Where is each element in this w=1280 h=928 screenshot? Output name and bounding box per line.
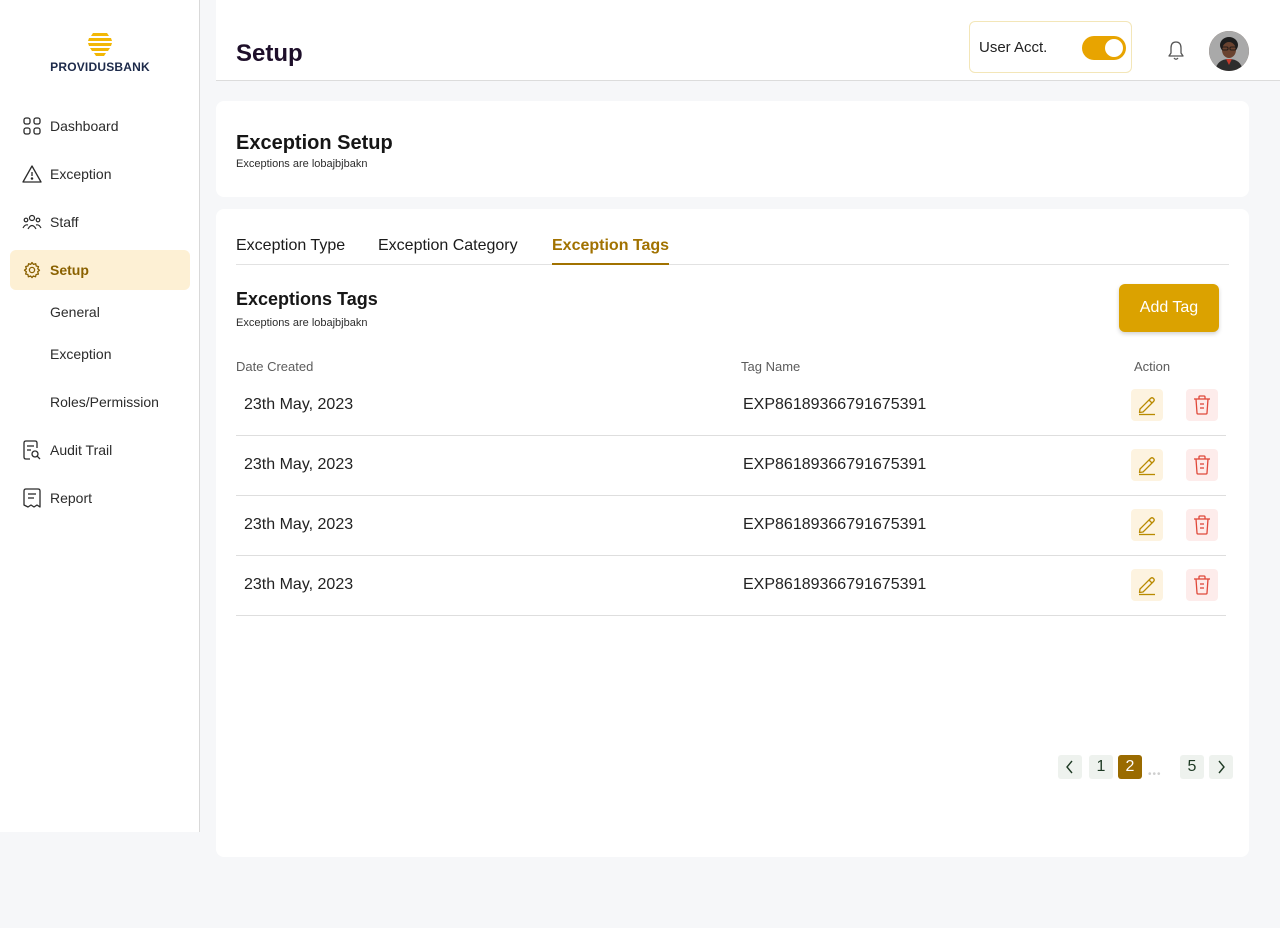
table-row: 23th May, 2023 EXP86189366791675391 <box>236 496 1226 556</box>
sidebar-subitem-general[interactable]: General <box>50 304 100 320</box>
brand-name: PROVIDUSBANK <box>50 60 150 74</box>
bell-icon[interactable] <box>1166 40 1186 62</box>
sidebar-item-label: Setup <box>50 262 89 278</box>
table-row: 23th May, 2023 EXP86189366791675391 <box>236 436 1226 496</box>
add-tag-button[interactable]: Add Tag <box>1119 284 1219 332</box>
user-account-toggle-box: User Acct. <box>969 21 1132 73</box>
edit-button[interactable] <box>1131 569 1163 601</box>
cell-tag-name: EXP86189366791675391 <box>743 396 927 413</box>
cell-date: 23th May, 2023 <box>244 456 354 473</box>
tab-bar: Exception Type Exception Category Except… <box>236 237 1229 265</box>
brand-logo[interactable]: PROVIDUSBANK <box>0 30 200 74</box>
report-icon <box>22 488 42 508</box>
sidebar-item-dashboard[interactable]: Dashboard <box>10 106 190 146</box>
trash-icon <box>1194 515 1210 535</box>
cell-tag-name: EXP86189366791675391 <box>743 456 927 473</box>
grid-icon <box>22 116 42 136</box>
pencil-icon <box>1138 397 1155 416</box>
switch-knob <box>1105 39 1123 57</box>
user-account-switch[interactable] <box>1082 36 1126 60</box>
sidebar-item-setup[interactable]: Setup <box>10 250 190 290</box>
trash-icon <box>1194 575 1210 595</box>
warning-icon <box>22 164 42 184</box>
edit-button[interactable] <box>1131 389 1163 421</box>
cell-tag-name: EXP86189366791675391 <box>743 516 927 533</box>
trash-icon <box>1194 395 1210 415</box>
sidebar: PROVIDUSBANK Dashboard Exception Staff S… <box>0 0 200 832</box>
edit-button[interactable] <box>1131 509 1163 541</box>
cell-tag-name: EXP86189366791675391 <box>743 576 927 593</box>
gear-icon <box>22 260 42 280</box>
sidebar-item-audit-trail[interactable]: Audit Trail <box>10 430 190 470</box>
exception-tags-card: Exception Type Exception Category Except… <box>216 209 1249 857</box>
edit-button[interactable] <box>1131 449 1163 481</box>
page-title: Setup <box>236 40 303 67</box>
column-header-action: Action <box>1134 359 1171 374</box>
providus-logo-icon <box>88 33 112 56</box>
card-subtitle: Exceptions are lobajbjbakn <box>236 158 368 170</box>
pagination-ellipsis: ••• <box>1148 769 1162 780</box>
user-account-label: User Acct. <box>979 38 1048 56</box>
prev-page-button[interactable] <box>1058 755 1082 779</box>
column-header-date: Date Created <box>236 359 314 374</box>
tab-exception-category[interactable]: Exception Category <box>378 237 518 263</box>
exception-setup-card: Exception Setup Exceptions are lobajbjba… <box>216 101 1249 197</box>
sidebar-item-report[interactable]: Report <box>10 478 190 518</box>
cell-date: 23th May, 2023 <box>244 516 354 533</box>
sidebar-item-label: Report <box>50 490 93 506</box>
chevron-left-icon <box>1066 760 1073 774</box>
avatar-image <box>1209 31 1249 71</box>
pencil-icon <box>1138 577 1155 596</box>
section-subtitle: Exceptions are lobajbjbakn <box>236 317 368 329</box>
table-row: 23th May, 2023 EXP86189366791675391 <box>236 376 1226 436</box>
column-header-tag-name: Tag Name <box>741 359 801 374</box>
page-button-5[interactable]: 5 <box>1180 755 1204 779</box>
sidebar-subitem-roles-permission[interactable]: Roles/Permission <box>50 394 159 410</box>
sidebar-item-exception[interactable]: Exception <box>10 154 190 194</box>
card-title: Exception Setup <box>236 132 393 154</box>
cell-date: 23th May, 2023 <box>244 576 354 593</box>
trash-icon <box>1194 455 1210 475</box>
table-row: 23th May, 2023 EXP86189366791675391 <box>236 556 1226 616</box>
top-header: Setup User Acct. <box>216 0 1280 81</box>
delete-button[interactable] <box>1186 509 1218 541</box>
sidebar-item-staff[interactable]: Staff <box>10 202 190 242</box>
user-avatar[interactable] <box>1209 31 1249 71</box>
sidebar-item-label: Exception <box>50 166 112 182</box>
sidebar-subitem-exception[interactable]: Exception <box>50 346 111 362</box>
sidebar-item-label: Dashboard <box>50 118 119 134</box>
cell-date: 23th May, 2023 <box>244 396 354 413</box>
page-button-2-current[interactable]: 2 <box>1118 755 1142 779</box>
page-button-1[interactable]: 1 <box>1089 755 1113 779</box>
section-title: Exceptions Tags <box>236 289 378 309</box>
pencil-icon <box>1138 457 1155 476</box>
pencil-icon <box>1138 517 1155 536</box>
tab-exception-type[interactable]: Exception Type <box>236 237 345 263</box>
delete-button[interactable] <box>1186 569 1218 601</box>
audit-icon <box>22 440 42 460</box>
sidebar-item-label: Audit Trail <box>50 442 113 458</box>
tab-exception-tags[interactable]: Exception Tags <box>552 237 670 265</box>
delete-button[interactable] <box>1186 389 1218 421</box>
sidebar-item-label: Staff <box>50 214 79 230</box>
next-page-button[interactable] <box>1209 755 1233 779</box>
delete-button[interactable] <box>1186 449 1218 481</box>
staff-icon <box>22 212 42 232</box>
chevron-right-icon <box>1218 760 1225 774</box>
